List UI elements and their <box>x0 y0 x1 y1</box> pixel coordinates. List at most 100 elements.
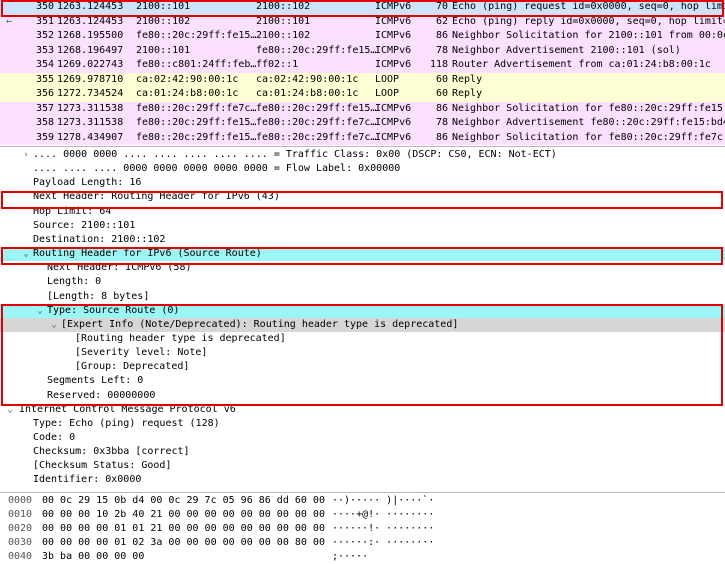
collapse-arrow-icon[interactable]: ⌄ <box>21 247 31 261</box>
packet-direction-mark: ← <box>6 15 13 27</box>
packet-info: Neighbor Solicitation for fe80::20c:29ff… <box>452 102 725 114</box>
detail-tree-item[interactable]: Hop Limit: 64 <box>0 205 725 219</box>
detail-text: .... 0000 0000 .... .... .... .... .... … <box>33 149 557 160</box>
detail-text: Identifier: 0x0000 <box>33 474 142 486</box>
packet-list[interactable]: 350 1263.124453 2100::101 2100::102 ICMPv6 70… <box>0 0 725 145</box>
detail-tree-item[interactable]: Type: Echo (ping) request (128) <box>0 417 725 431</box>
detail-text: Length: 0 <box>47 276 102 288</box>
pane-divider[interactable] <box>0 492 725 493</box>
packet-destination: 2100::101 <box>256 15 311 27</box>
detail-text: Reserved: 00000000 <box>47 389 156 401</box>
packet-row[interactable]: 358 1273.311538 fe80::20c:29ff:fe15… fe80::… <box>0 116 725 131</box>
packet-length: 60 <box>435 88 448 99</box>
packet-row[interactable]: 355 1269.978710 ca:02:42:90:00:1c ca:02:42:… <box>0 72 725 87</box>
packet-source: fe80::c801:24ff:feb… <box>136 59 257 70</box>
detail-text: Next Header: ICMPv6 (58) <box>47 262 192 274</box>
packet-protocol: LOOP <box>375 73 400 85</box>
detail-tree-item[interactable]: Next Header: ICMPv6 (58) <box>0 261 725 275</box>
packet-destination: fe80::20c:29ff:fe7c… <box>256 117 377 128</box>
detail-tree-item[interactable]: ⌄ [Expert Info (Note/Deprecated): Routing… <box>0 317 725 332</box>
detail-tree-item[interactable]: Length: 0 <box>0 275 725 289</box>
packet-row[interactable]: 356 1272.734524 ca:01:24:b8:00:1c ca:01:24:… <box>0 87 725 102</box>
hex-dump-row[interactable]: 0040 3b ba 00 00 00 00 ;····· <box>0 550 725 564</box>
detail-tree-item[interactable]: Checksum: 0x3bba [correct] <box>0 445 725 459</box>
detail-tree-item[interactable]: Payload Length: 16 <box>0 176 725 190</box>
hex-dump-row[interactable]: 0030 00 00 00 00 01 02 3a 00 00 00 00 00 … <box>0 536 725 550</box>
packet-time: 1268.196497 <box>57 44 124 56</box>
detail-tree-item[interactable]: Next Header: Routing Header for IPv6 (43… <box>0 190 725 204</box>
detail-tree-item[interactable]: Segments Left: 0 <box>0 374 725 388</box>
packet-info: Neighbor Solicitation for 2100::101 from… <box>452 30 725 41</box>
packet-time: 1273.311538 <box>57 102 124 114</box>
packet-protocol: ICMPv6 <box>375 59 412 70</box>
packet-info: Echo (ping) reply id=0x0000, seq=0, hop … <box>452 15 725 27</box>
packet-source: ca:02:42:90:00:1c <box>136 73 239 85</box>
detail-text: Source: 2100::101 <box>33 219 136 231</box>
detail-tree-item[interactable]: Source: 2100::101 <box>0 219 725 233</box>
detail-text: Checksum: 0x3bba [correct] <box>33 446 190 458</box>
packet-row[interactable]: 350 1263.124453 2100::101 2100::102 ICMPv6 70… <box>0 0 725 15</box>
collapse-arrow-icon[interactable]: ⌄ <box>35 304 45 318</box>
collapse-arrow-icon[interactable]: ⌄ <box>5 403 15 417</box>
detail-tree-item[interactable]: Destination: 2100::102 <box>0 233 725 247</box>
hex-bytes: 00 0c 29 15 0b d4 00 0c 29 7c 05 96 86 d… <box>42 495 325 506</box>
detail-text: [Routing header type is deprecated] <box>75 332 286 344</box>
detail-tree-item[interactable]: .... .... .... 0000 0000 0000 0000 0000 … <box>0 162 725 176</box>
detail-text: Internet Control Message Protocol v6 <box>19 403 236 415</box>
packet-source: ca:01:24:b8:00:1c <box>136 88 239 99</box>
packet-row[interactable]: 353 1268.196497 2100::101 fe80::20c:29ff:fe… <box>0 43 725 58</box>
detail-tree-item[interactable]: [Routing header type is deprecated] <box>0 332 725 346</box>
packet-info: Reply <box>452 73 483 85</box>
hex-dump-row[interactable]: 0020 00 00 00 00 01 01 21 00 00 00 00 00 … <box>0 522 725 536</box>
packet-row[interactable]: 357 1273.311538 fe80::20c:29ff:fe7c… fe80::… <box>0 101 725 116</box>
packet-details-tree[interactable]: ›.... 0000 0000 .... .... .... .... ....… <box>0 148 725 492</box>
packet-destination: 2100::102 <box>256 30 311 41</box>
packet-source: 2100::102 <box>136 15 191 27</box>
detail-tree-item[interactable]: [Group: Deprecated] <box>0 360 725 374</box>
detail-tree-item[interactable]: ⌄ Internet Control Message Protocol v6 <box>0 403 725 417</box>
packet-row[interactable]: 354 1269.022743 fe80::c801:24ff:feb… ff02::… <box>0 58 725 73</box>
packet-info: Router Advertisement from ca:01:24:b8:00… <box>452 59 711 70</box>
packet-number: 352 <box>35 30 54 41</box>
packet-row[interactable]: ← 351 1263.124453 2100::102 2100::101 ICMPv6 6… <box>0 14 725 29</box>
expand-arrow-icon[interactable]: › <box>21 148 31 162</box>
detail-text: Type: Source Route (0) <box>47 304 180 316</box>
ascii-bytes: ······:· ········ <box>332 537 435 548</box>
packet-number: 351 <box>35 15 54 27</box>
detail-tree-item[interactable]: ⌄ Type: Source Route (0) <box>0 303 725 318</box>
packet-row[interactable]: 359 1278.434907 fe80::20c:29ff:fe15… fe80::… <box>0 130 725 145</box>
detail-text: .... .... .... 0000 0000 0000 0000 0000 … <box>33 163 401 175</box>
ascii-bytes: ;····· <box>332 551 369 562</box>
packet-length: 78 <box>435 117 448 128</box>
packet-info: Reply <box>452 88 483 99</box>
hex-offset: 0010 <box>8 509 33 520</box>
ascii-bytes: ····+@!· ········ <box>332 509 435 520</box>
detail-tree-item[interactable]: [Severity level: Note] <box>0 346 725 360</box>
detail-tree-item[interactable]: [Length: 8 bytes] <box>0 290 725 304</box>
packet-source: fe80::20c:29ff:fe15… <box>136 131 257 143</box>
packet-number: 357 <box>35 102 54 114</box>
packet-protocol: ICMPv6 <box>375 15 412 27</box>
collapse-arrow-icon[interactable]: ⌄ <box>49 318 59 332</box>
packet-bytes-pane[interactable]: 0000 00 0c 29 15 0b d4 00 0c 29 7c 05 96 … <box>0 494 725 564</box>
packet-number: 358 <box>35 117 54 128</box>
packet-number: 353 <box>35 44 54 56</box>
detail-tree-item[interactable]: ›.... 0000 0000 .... .... .... .... ....… <box>0 148 725 162</box>
hex-dump-row[interactable]: 0000 00 0c 29 15 0b d4 00 0c 29 7c 05 96 … <box>0 494 725 508</box>
packet-destination: ca:02:42:90:00:1c <box>256 73 359 85</box>
detail-tree-item[interactable]: Reserved: 00000000 <box>0 389 725 403</box>
detail-text: [Expert Info (Note/Deprecated): Routing … <box>61 318 459 330</box>
detail-tree-item[interactable]: [Checksum Status: Good] <box>0 459 725 473</box>
packet-source: fe80::20c:29ff:fe15… <box>136 30 257 41</box>
packet-protocol: ICMPv6 <box>375 117 412 128</box>
hex-dump-row[interactable]: 0010 00 00 00 10 2b 40 21 00 00 00 00 00 … <box>0 508 725 522</box>
hex-bytes: 00 00 00 00 01 01 21 00 00 00 00 00 00 0… <box>42 523 325 534</box>
detail-tree-item[interactable]: Identifier: 0x0000 <box>0 473 725 487</box>
packet-row[interactable]: 352 1268.195500 fe80::20c:29ff:fe15… 2100::… <box>0 29 725 44</box>
pane-divider[interactable] <box>0 146 725 147</box>
packet-protocol: ICMPv6 <box>375 131 412 143</box>
detail-tree-item[interactable]: ⌄ Routing Header for IPv6 (Source Route) <box>0 247 725 262</box>
packet-length: 86 <box>435 131 448 143</box>
detail-tree-item[interactable]: Code: 0 <box>0 431 725 445</box>
packet-destination: fe80::20c:29ff:fe15… <box>256 102 377 114</box>
